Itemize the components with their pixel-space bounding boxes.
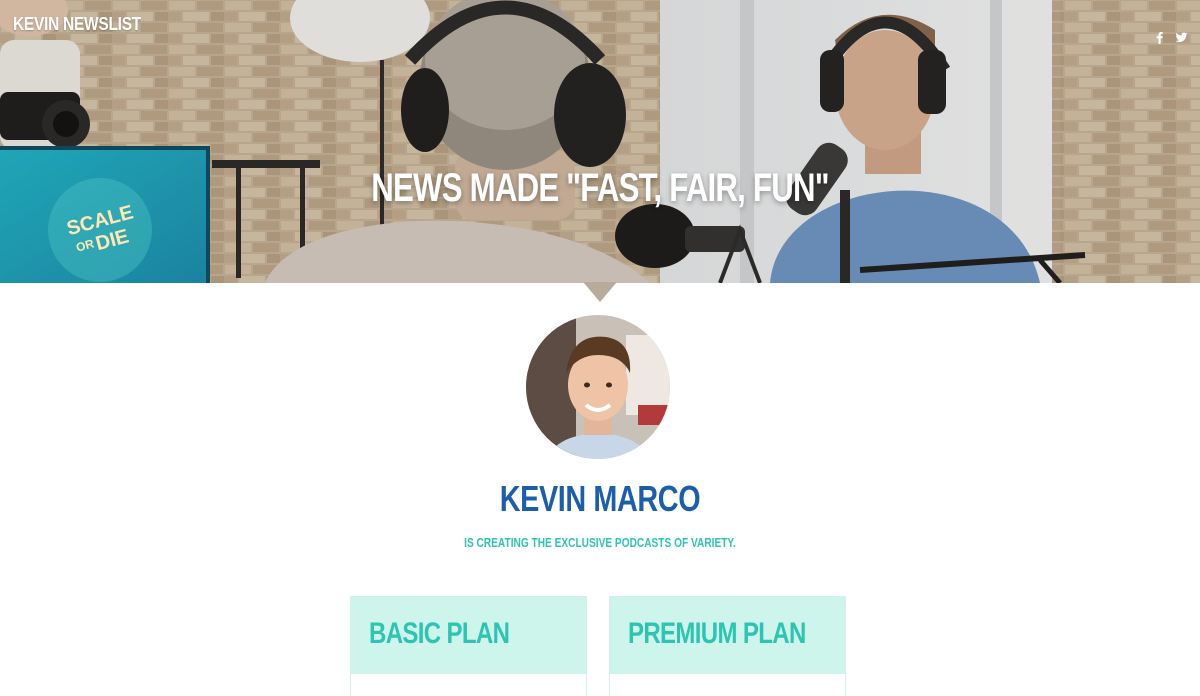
twitter-icon[interactable] xyxy=(1175,31,1188,44)
profile-subtitle: IS CREATING THE EXCLUSIVE PODCASTS OF VA… xyxy=(464,535,736,550)
monitor-text-or: OR xyxy=(75,236,96,254)
plan-title: BASIC PLAN xyxy=(369,617,510,650)
avatar xyxy=(526,315,670,459)
social-links xyxy=(1153,31,1188,44)
site-logo[interactable]: KEVIN NEWSLIST xyxy=(13,14,141,35)
hero-banner: KEVIN NEWSLIST NEWS MADE "FAST, FAIR, FU… xyxy=(0,0,1200,283)
monitor-graphic: SCALE OR DIE xyxy=(64,201,135,255)
avatar-photo xyxy=(526,315,670,459)
basic-plan-card[interactable]: BASIC PLAN xyxy=(350,596,587,696)
facebook-icon[interactable] xyxy=(1153,31,1166,44)
profile-name: KEVIN MARCO xyxy=(499,478,701,519)
plan-header: BASIC PLAN xyxy=(351,597,586,674)
hero-overlay xyxy=(0,0,1200,283)
plan-header: PREMIUM PLAN xyxy=(610,597,845,674)
premium-plan-card[interactable]: PREMIUM PLAN xyxy=(609,596,846,696)
hero-tagline: NEWS MADE "FAST, FAIR, FUN" xyxy=(371,166,829,210)
hero-pointer xyxy=(583,282,617,302)
plan-title: PREMIUM PLAN xyxy=(628,617,806,650)
page: KEVIN NEWSLIST NEWS MADE "FAST, FAIR, FU… xyxy=(0,0,1200,696)
